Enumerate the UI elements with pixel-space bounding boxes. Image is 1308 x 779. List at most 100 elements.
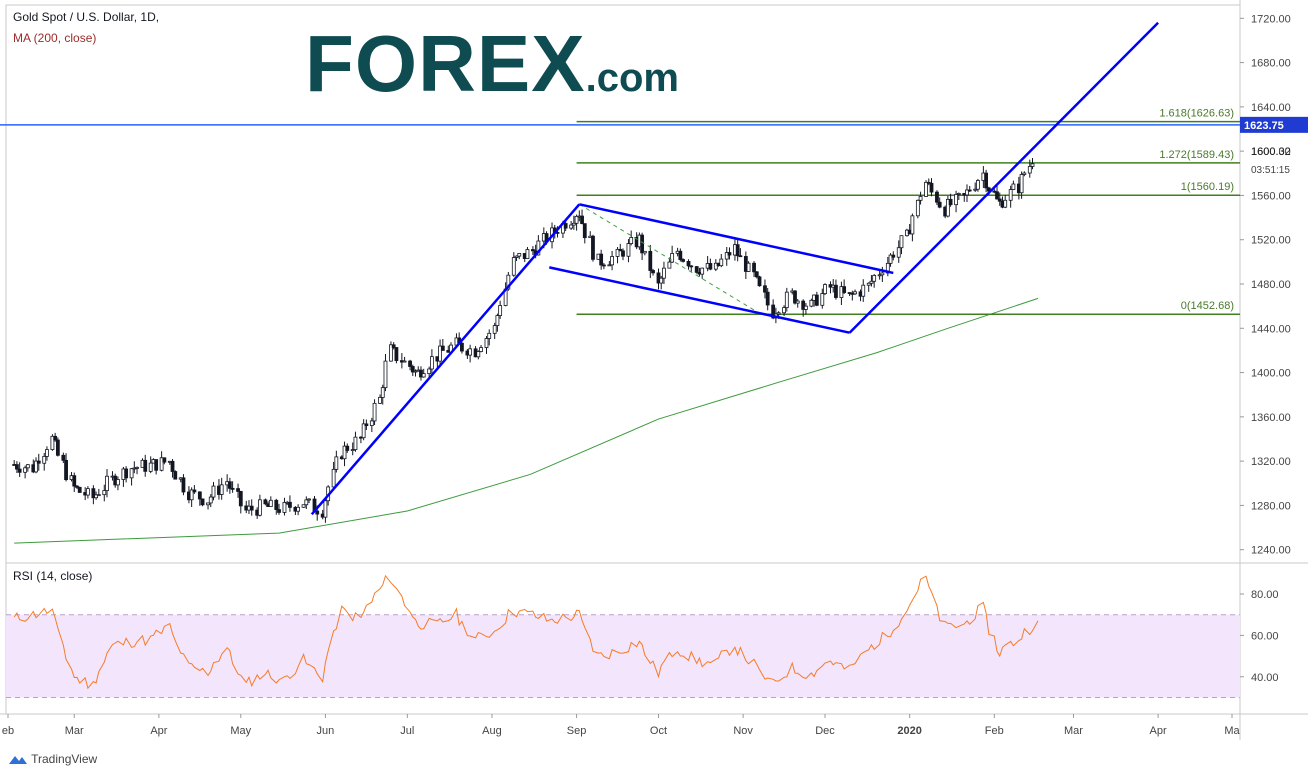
candle-body xyxy=(353,436,358,450)
y-tick-label: 1360.00 xyxy=(1251,412,1291,424)
y-tick-label: 1560.00 xyxy=(1251,190,1291,202)
rsi-y-tick-label: 60.00 xyxy=(1251,630,1279,642)
candle-body xyxy=(345,445,350,451)
candle-body xyxy=(42,455,47,464)
candle-body xyxy=(648,250,653,271)
candle-body xyxy=(738,255,743,258)
candle-body xyxy=(268,499,273,507)
candle-body xyxy=(197,491,202,500)
candle-body xyxy=(686,261,691,267)
candle-body xyxy=(15,464,19,470)
candle-body xyxy=(1022,172,1027,175)
candle-body xyxy=(331,468,336,488)
candle-body xyxy=(1030,163,1035,167)
candle-body xyxy=(763,285,767,293)
candle-body xyxy=(495,315,500,327)
candle-body xyxy=(935,191,939,203)
candle-body xyxy=(55,439,60,456)
x-tick-label: May xyxy=(230,725,251,737)
candle-body xyxy=(378,397,382,404)
candle-body xyxy=(238,491,243,507)
candle-body xyxy=(211,485,216,498)
candle-body xyxy=(727,252,732,256)
candle-body xyxy=(1027,166,1032,174)
rsi-band-fill xyxy=(6,614,1240,698)
tradingview-icon xyxy=(9,756,27,764)
candle-body xyxy=(667,261,672,269)
candle-body xyxy=(277,509,281,513)
candle-body xyxy=(834,284,838,298)
candle-body xyxy=(96,494,101,497)
x-tick-label: Mar xyxy=(65,725,84,737)
x-tick-label: Nov xyxy=(733,725,753,737)
candle-body xyxy=(569,224,574,229)
chart-title: Gold Spot / U.S. Dollar, 1D, xyxy=(13,10,160,24)
y-tick-label: 1280.00 xyxy=(1251,500,1291,512)
candle-body xyxy=(315,510,320,515)
fib-level-label: 0(1452.68) xyxy=(1181,300,1234,312)
candle-body xyxy=(380,387,385,398)
candle-body xyxy=(288,501,292,508)
candle-body xyxy=(105,475,109,492)
x-tick-label: Dec xyxy=(815,725,835,737)
candle-body xyxy=(937,201,942,208)
ma-layer xyxy=(14,297,1039,544)
candle-body xyxy=(610,256,614,266)
y-tick-label: 1320.00 xyxy=(1251,456,1291,468)
candle-body xyxy=(64,459,68,481)
logo-main: FOREX xyxy=(305,19,586,108)
rsi-y-tick-label: 80.00 xyxy=(1251,589,1279,601)
rsi-y-tick-label: 40.00 xyxy=(1251,672,1279,684)
candle-body xyxy=(694,266,699,273)
candle-body xyxy=(563,223,568,229)
candle-body xyxy=(17,468,22,473)
candle-body xyxy=(492,325,497,334)
candle-body xyxy=(689,265,694,268)
candle-body xyxy=(429,356,434,370)
candle-body xyxy=(678,250,683,260)
candle-body xyxy=(219,484,224,495)
candle-body xyxy=(629,237,634,244)
chart: 1.618(1626.63) 1.272(1589.43) 1(1560.19) 0(… xyxy=(0,0,1308,740)
candle-body xyxy=(192,489,197,493)
x-tick-label: Mar xyxy=(1064,725,1083,737)
candle-body xyxy=(364,423,369,427)
rsi-band xyxy=(6,614,1240,698)
trendline xyxy=(579,203,894,275)
candle-body xyxy=(263,499,268,505)
candle-body xyxy=(143,459,148,472)
x-tick-label: Aug xyxy=(482,725,502,737)
bar-countdown: 03:51:15 xyxy=(1251,165,1290,176)
candle-body xyxy=(468,348,473,356)
candle-body xyxy=(681,259,685,262)
candle-body xyxy=(976,180,980,190)
candle-body xyxy=(752,262,756,273)
tradingview-label: TradingView xyxy=(31,752,98,766)
candle-body xyxy=(823,284,827,295)
candle-body xyxy=(200,498,205,506)
candle-body xyxy=(476,351,481,358)
candle-body xyxy=(591,235,595,260)
candle-body xyxy=(784,291,789,309)
candle-body xyxy=(861,284,866,297)
candle-body xyxy=(910,215,915,235)
candle-body xyxy=(487,332,492,339)
candles-layer xyxy=(12,157,1035,523)
candle-body xyxy=(173,471,178,480)
candle-body xyxy=(1019,174,1024,194)
candle-body xyxy=(53,435,58,441)
candle-body xyxy=(580,215,584,225)
candle-body xyxy=(757,276,762,287)
candle-body xyxy=(872,275,877,282)
candle-body xyxy=(45,449,49,457)
candle-body xyxy=(372,402,377,422)
candle-body xyxy=(230,487,235,490)
candle-body xyxy=(995,191,999,200)
candle-body xyxy=(601,264,606,267)
plot-border xyxy=(5,4,1241,715)
candle-body xyxy=(77,486,82,493)
candle-body xyxy=(954,194,958,206)
candle-body xyxy=(479,347,483,352)
x-tick-label: 2020 xyxy=(897,725,921,737)
tradingview-brand[interactable]: TradingView xyxy=(8,752,97,766)
